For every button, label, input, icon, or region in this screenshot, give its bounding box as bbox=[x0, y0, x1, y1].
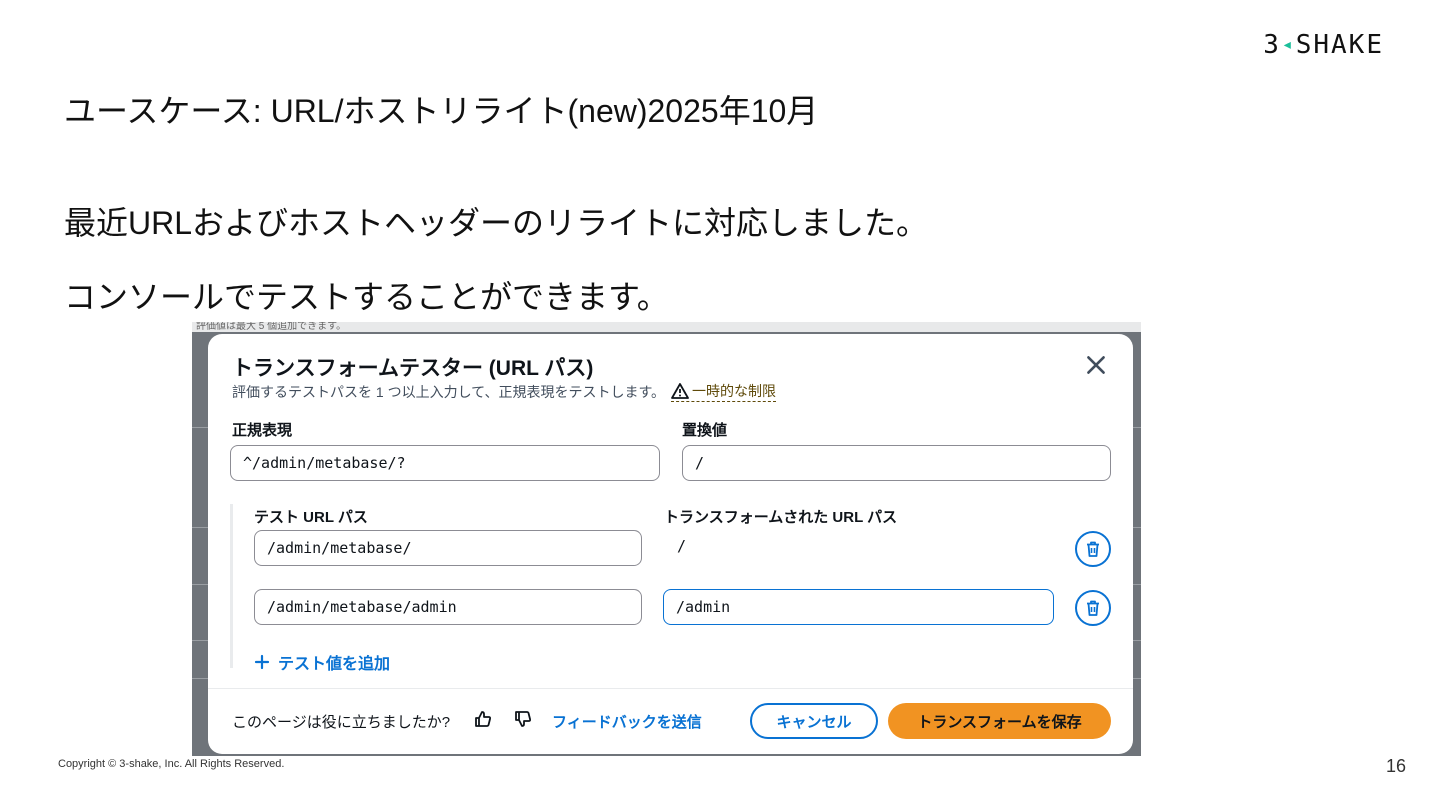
close-icon[interactable] bbox=[1083, 352, 1109, 378]
modal-description: 評価するテストパスを 1 つ以上入力して、正規表現をテストします。 一時的な制限 bbox=[232, 381, 777, 402]
regex-label: 正規表現 bbox=[232, 422, 293, 439]
background-hint-text: 評価値は最大 5 個追加できます。 bbox=[192, 322, 1141, 332]
replacement-label: 置換値 bbox=[682, 422, 728, 439]
transformed-output-1: / bbox=[677, 537, 687, 555]
replacement-input[interactable]: / bbox=[682, 445, 1111, 481]
slide-title: ユースケース: URL/ホストリライト(new)2025年10月 bbox=[64, 93, 819, 129]
transformed-output-2: /admin bbox=[663, 589, 1054, 625]
add-test-value-label: テスト値を追加 bbox=[278, 656, 391, 673]
temporary-limit-link[interactable]: 一時的な制限 bbox=[671, 381, 777, 402]
logo-text-right: SHAKE bbox=[1295, 30, 1384, 60]
page-number: 16 bbox=[1385, 756, 1406, 776]
console-screenshot: 評価値は最大 5 個追加できます。 トランスフォームテスター (URL パス) … bbox=[192, 322, 1141, 756]
test-path-input-1[interactable]: /admin/metabase/ bbox=[254, 530, 642, 566]
test-url-path-label: テスト URL パス bbox=[254, 509, 368, 526]
modal-title: トランスフォームテスター (URL パス) bbox=[232, 357, 594, 380]
thumbs-down-icon[interactable] bbox=[513, 709, 533, 729]
feedback-question: このページは役に立ちましたか? bbox=[232, 714, 451, 731]
slide-body-line-1: 最近URLおよびホストヘッダーのリライトに対応しました。 bbox=[64, 205, 929, 241]
regex-input[interactable]: ^/admin/metabase/? bbox=[230, 445, 660, 481]
delete-row-1-button[interactable] bbox=[1075, 531, 1111, 567]
test-path-input-2[interactable]: /admin/metabase/admin bbox=[254, 589, 642, 625]
logo-text-left: 3 bbox=[1263, 30, 1281, 60]
delete-row-2-button[interactable] bbox=[1075, 590, 1111, 626]
modal-footer: このページは役に立ちましたか? フィードバックを送信 キャンセル トランスフォー… bbox=[208, 688, 1133, 754]
slide-body-line-2: コンソールでテストすることができます。 bbox=[64, 279, 669, 315]
add-test-value-button[interactable]: テスト値を追加 bbox=[254, 650, 390, 674]
logo-mark: ◂ bbox=[1281, 34, 1295, 55]
test-group-bar bbox=[230, 504, 233, 668]
plus-icon bbox=[254, 654, 270, 670]
modal-description-text: 評価するテストパスを 1 つ以上入力して、正規表現をテストします。 bbox=[232, 383, 666, 400]
send-feedback-link[interactable]: フィードバックを送信 bbox=[552, 711, 702, 732]
thumbs-up-icon[interactable] bbox=[473, 709, 493, 729]
trash-icon bbox=[1087, 600, 1099, 616]
transform-tester-modal: トランスフォームテスター (URL パス) 評価するテストパスを 1 つ以上入力… bbox=[208, 334, 1133, 754]
trash-icon bbox=[1087, 541, 1099, 557]
temporary-limit-label: 一時的な制限 bbox=[692, 383, 777, 399]
warning-icon bbox=[671, 383, 689, 399]
transformed-url-path-label: トランスフォームされた URL パス bbox=[664, 509, 898, 526]
company-logo: 3◂SHAKE bbox=[1263, 30, 1384, 60]
save-transform-button[interactable]: トランスフォームを保存 bbox=[888, 703, 1111, 739]
cancel-button[interactable]: キャンセル bbox=[750, 703, 878, 739]
copyright-notice: Copyright © 3-shake, Inc. All Rights Res… bbox=[58, 758, 285, 770]
